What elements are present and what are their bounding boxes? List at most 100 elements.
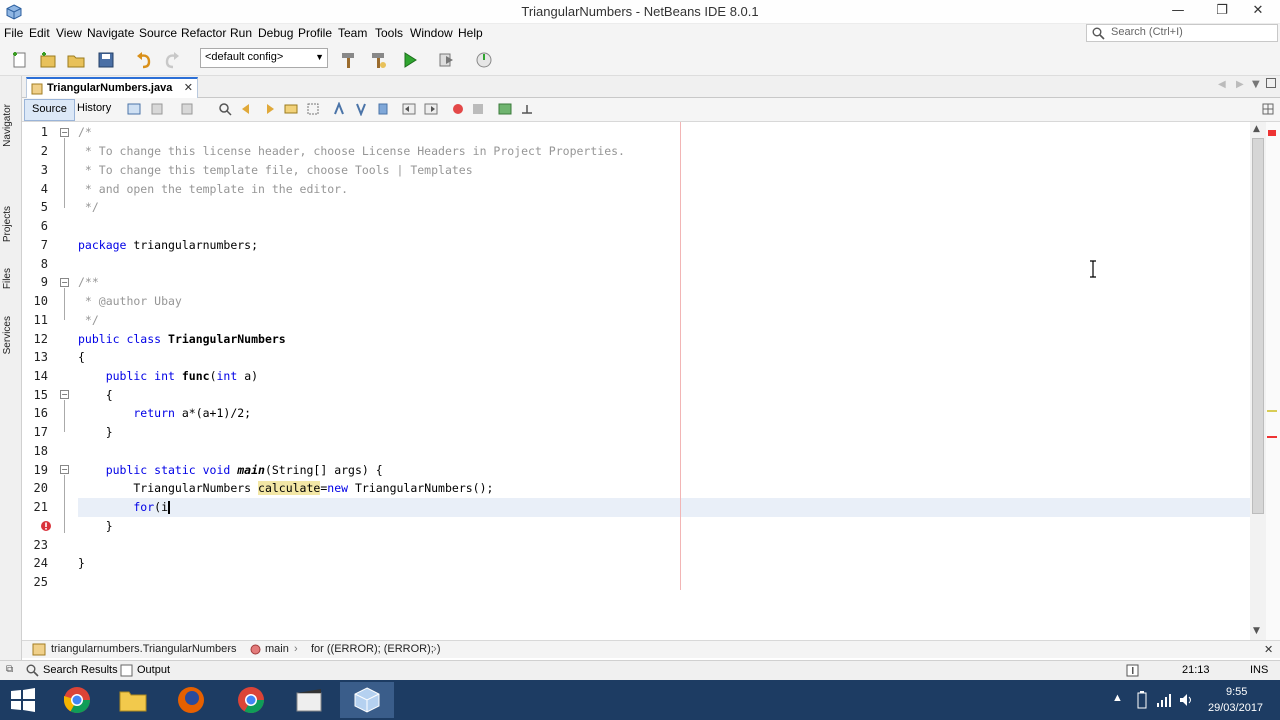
wifi-signal-icon[interactable] [1156,692,1172,708]
find-selection-icon[interactable] [218,102,232,116]
taskbar-explorer[interactable] [106,682,160,718]
occurrence-mark[interactable] [1267,410,1277,412]
debug-icon[interactable] [436,50,456,70]
status-bar: ⧉ Search Results Output 21:13 INS [0,660,1280,680]
redo-icon[interactable] [162,50,182,70]
search-results-tab[interactable]: Search Results [43,664,118,676]
menu-view[interactable]: View [56,26,82,40]
scrollbar-thumb[interactable] [1252,138,1264,514]
file-tab[interactable]: TriangularNumbers.java ✕ [26,77,198,98]
fold-toggle-icon[interactable]: − [60,390,69,399]
forward-icon[interactable] [180,102,194,116]
previous-bookmark-icon[interactable] [332,102,346,116]
maximize-editor-icon[interactable] [1266,78,1276,88]
clock-time[interactable]: 9:55 [1226,686,1247,698]
scroll-tabs-right-icon[interactable]: ▶ [1236,79,1244,90]
scroll-up-icon[interactable]: ▲ [1253,124,1260,134]
notifications-icon[interactable] [1126,664,1139,677]
error-icon[interactable] [40,520,52,532]
open-project-icon[interactable] [66,50,86,70]
new-file-icon[interactable] [10,50,30,70]
tab-source[interactable]: Source [24,99,75,121]
search-input[interactable]: Search (Ctrl+I) [1086,24,1278,42]
taskbar-firefox[interactable] [164,682,218,718]
shift-right-icon[interactable] [424,102,438,116]
toggle-highlight-icon[interactable] [284,102,298,116]
battery-icon[interactable] [1136,691,1148,709]
menu-source[interactable]: Source [139,26,177,40]
line-number: 18 [33,444,48,458]
comment-icon[interactable] [498,102,512,116]
windows-start-icon[interactable] [10,688,36,712]
taskbar-chrome[interactable] [50,682,104,718]
maximize-button[interactable]: ❐ [1202,0,1242,22]
navigator-tab[interactable]: Navigator [2,104,13,147]
clean-build-icon[interactable] [368,50,388,70]
menu-debug[interactable]: Debug [258,26,293,40]
menu-file[interactable]: File [4,26,23,40]
minimize-panel-icon[interactable]: ⧉ [6,664,13,675]
scroll-down-icon[interactable]: ▼ [1253,626,1260,636]
last-edit-icon[interactable] [127,102,141,116]
output-tab[interactable]: Output [137,664,170,676]
breadcrumb-method[interactable]: main [265,643,289,655]
start-macro-icon[interactable] [452,103,464,115]
code-line: */ [78,200,99,214]
clock-date[interactable]: 29/03/2017 [1208,702,1263,714]
menu-refactor[interactable]: Refactor [181,26,226,40]
toggle-bookmark-icon[interactable] [376,102,390,116]
code-line: { [78,388,113,402]
files-tab[interactable]: Files [2,268,13,289]
fold-toggle-icon[interactable]: − [60,278,69,287]
fold-line [64,400,65,432]
projects-tab[interactable]: Projects [2,206,13,242]
menu-navigate[interactable]: Navigate [87,26,134,40]
tab-history[interactable]: History [70,99,118,121]
breadcrumb-statement[interactable]: for ((ERROR); (ERROR); ) [311,643,441,655]
close-window-button[interactable]: ✕ [1238,0,1278,22]
code-editor[interactable]: /* * To change this license header, choo… [78,122,1250,640]
stop-macro-icon[interactable] [472,103,484,115]
find-previous-icon[interactable] [240,102,254,116]
next-bookmark-icon[interactable] [354,102,368,116]
build-hammer-icon[interactable] [338,50,358,70]
undo-icon[interactable] [134,50,154,70]
config-select[interactable]: <default config> ▼ [200,48,328,68]
menu-edit[interactable]: Edit [29,26,50,40]
text-cursor-icon [1090,260,1096,278]
tray-expand-icon[interactable]: ▲ [1112,692,1123,704]
shift-left-icon[interactable] [402,102,416,116]
save-all-icon[interactable] [96,50,116,70]
menu-help[interactable]: Help [458,26,483,40]
minimize-button[interactable]: — [1158,0,1198,22]
run-icon[interactable] [400,50,420,70]
volume-icon[interactable] [1178,692,1194,708]
vertical-scrollbar[interactable]: ▲ ▼ [1250,122,1266,640]
menu-run[interactable]: Run [230,26,252,40]
profile-icon[interactable] [474,50,494,70]
services-tab[interactable]: Services [2,316,13,354]
taskbar-chrome-2[interactable] [224,682,278,718]
breadcrumb-class[interactable]: triangularnumbers.TriangularNumbers [51,643,236,655]
close-breadcrumb-icon[interactable]: ✕ [1264,643,1273,656]
menu-profile[interactable]: Profile [298,26,332,40]
fold-toggle-icon[interactable]: − [60,465,69,474]
scroll-tabs-left-icon[interactable]: ◀ [1218,79,1226,90]
taskbar-media-player[interactable] [282,682,336,718]
menu-window[interactable]: Window [410,26,453,40]
find-next-icon[interactable] [262,102,276,116]
error-mark[interactable] [1267,436,1277,438]
split-editor-icon[interactable] [1262,103,1274,115]
back-icon[interactable] [150,102,164,116]
menu-team[interactable]: Team [338,26,367,40]
menu-tools[interactable]: Tools [375,26,403,40]
uncomment-icon[interactable] [520,102,534,116]
error-stripe[interactable] [1266,122,1280,640]
error-status-icon[interactable] [1268,130,1276,136]
fold-toggle-icon[interactable]: − [60,128,69,137]
toggle-rect-selection-icon[interactable] [306,102,320,116]
taskbar-netbeans[interactable] [340,682,394,718]
close-tab-icon[interactable]: ✕ [184,81,193,94]
new-project-icon[interactable] [38,50,58,70]
tab-list-icon[interactable]: ▼ [1252,79,1260,90]
